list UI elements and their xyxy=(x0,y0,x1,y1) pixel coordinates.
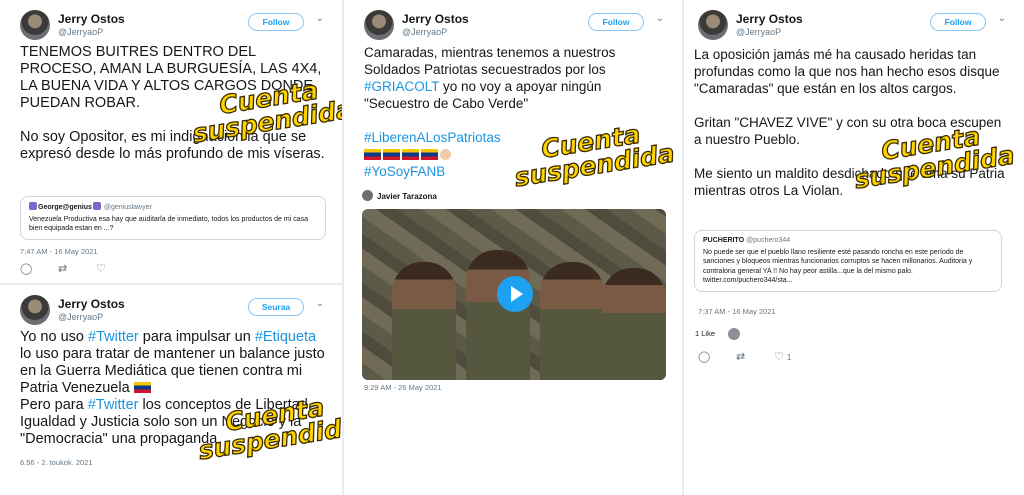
quoted-name: George@genius xyxy=(38,204,92,211)
display-name[interactable]: Jerry Ostos xyxy=(402,12,469,26)
fist-emoji-icon xyxy=(440,149,451,160)
action-bar: ◯ ⇄ ♡ 1 xyxy=(698,350,812,363)
display-name[interactable]: Jerry Ostos xyxy=(58,297,125,311)
user-handle[interactable]: @JerryaoP xyxy=(736,27,781,37)
video-thumbnail[interactable] xyxy=(362,209,666,380)
tweet-timestamp[interactable]: 7:47 AM - 16 May 2021 xyxy=(20,247,98,256)
venezuela-flag-icon xyxy=(421,149,438,160)
quoted-name: PUCHERITO xyxy=(703,237,745,244)
avatar[interactable] xyxy=(364,10,394,40)
chevron-down-icon[interactable]: ⌄ xyxy=(998,13,1006,24)
play-icon[interactable] xyxy=(497,276,533,312)
video-figure xyxy=(602,268,666,380)
liker-avatar[interactable] xyxy=(728,328,740,340)
chevron-down-icon[interactable]: ⌄ xyxy=(316,13,324,24)
tweet-card-2[interactable]: Jerry Ostos @JerryaoP Seuraa ⌄ Yo no uso… xyxy=(0,285,342,495)
badge-icon xyxy=(92,202,101,210)
tweet-header: Jerry Ostos @JerryaoP Follow ⌄ xyxy=(20,10,324,44)
hashtag-link[interactable]: #YoSoyFANB xyxy=(364,164,445,179)
follow-button[interactable]: Seuraa xyxy=(248,298,304,316)
like-count[interactable]: 1 Like xyxy=(695,329,715,338)
reply-icon[interactable]: ◯ xyxy=(698,350,736,363)
follow-button[interactable]: Follow xyxy=(248,13,304,31)
chevron-down-icon[interactable]: ⌄ xyxy=(656,13,664,24)
badge-icon xyxy=(29,202,37,210)
follow-button[interactable]: Follow xyxy=(588,13,644,31)
hashtag-link[interactable]: #Etiqueta xyxy=(255,329,316,345)
venezuela-flag-icon xyxy=(133,382,151,393)
reply-icon[interactable]: ◯ xyxy=(20,262,58,275)
tweet-timestamp[interactable]: 6.56 - 2. toukok. 2021 xyxy=(20,458,93,467)
tweet-header: Jerry Ostos @JerryaoP Seuraa ⌄ xyxy=(20,295,324,329)
quoted-text: No puede ser que el pueblo llano resilie… xyxy=(703,248,973,285)
quoted-text: Venezuela Productiva esa hay que auditar… xyxy=(29,215,309,233)
user-handle[interactable]: @JerryaoP xyxy=(58,27,103,37)
quoted-tweet[interactable]: George@genius @geniuslawyer Venezuela Pr… xyxy=(20,196,326,240)
quoted-tweet[interactable]: PUCHERITO @puchero344 No puede ser que e… xyxy=(694,230,1002,292)
retweet-icon[interactable]: ⇄ xyxy=(736,350,774,363)
like-icon[interactable]: ♡ xyxy=(96,262,134,275)
quoted-handle: @geniuslawyer xyxy=(103,204,152,211)
reply-count: 1 xyxy=(786,353,792,362)
chevron-down-icon[interactable]: ⌄ xyxy=(316,298,324,309)
display-name[interactable]: Jerry Ostos xyxy=(58,12,125,26)
avatar[interactable] xyxy=(20,10,50,40)
quoted-handle: @puchero344 xyxy=(746,237,791,244)
hashtag-link[interactable]: #Twitter xyxy=(88,329,139,345)
video-figure xyxy=(466,250,530,380)
avatar xyxy=(362,190,373,201)
tweet-header: Jerry Ostos @JerryaoP Follow ⌄ xyxy=(698,10,1006,44)
video-figure xyxy=(540,262,604,380)
hashtag-link[interactable]: #Twitter xyxy=(88,397,139,413)
tweet-timestamp[interactable]: 9:29 AM - 26 May 2021 xyxy=(364,383,442,392)
retweet-icon[interactable]: ⇄ xyxy=(58,262,96,275)
tweet-card-4[interactable]: Jerry Ostos @JerryaoP Follow ⌄ La oposic… xyxy=(684,0,1024,495)
venezuela-flag-icon xyxy=(383,149,400,160)
user-handle[interactable]: @JerryaoP xyxy=(402,27,447,37)
venezuela-flag-icon xyxy=(364,149,381,160)
hashtag-link[interactable]: #GRIACOLT xyxy=(364,79,439,94)
video-figure xyxy=(392,262,456,380)
avatar[interactable] xyxy=(20,295,50,325)
hashtag-link[interactable]: #LiberenALosPatriotas xyxy=(364,130,501,145)
follow-button[interactable]: Follow xyxy=(930,13,986,31)
tweet-timestamp[interactable]: 7:37 AM - 16 May 2021 xyxy=(698,307,776,316)
tweet-header: Jerry Ostos @JerryaoP Follow ⌄ xyxy=(364,10,664,44)
media-author[interactable]: Javier Tarazona xyxy=(362,190,437,201)
tweet-paragraph: La oposición jamás mé ha causado heridas… xyxy=(694,47,1000,96)
user-handle[interactable]: @JerryaoP xyxy=(58,312,103,322)
display-name[interactable]: Jerry Ostos xyxy=(736,12,803,26)
tweet-card-1[interactable]: Jerry Ostos @JerryaoP Follow ⌄ TENEMOS B… xyxy=(0,0,342,283)
like-icon[interactable]: ♡ 1 xyxy=(774,350,812,363)
action-bar: ◯ ⇄ ♡ xyxy=(20,262,134,275)
avatar[interactable] xyxy=(698,10,728,40)
venezuela-flag-icon xyxy=(402,149,419,160)
